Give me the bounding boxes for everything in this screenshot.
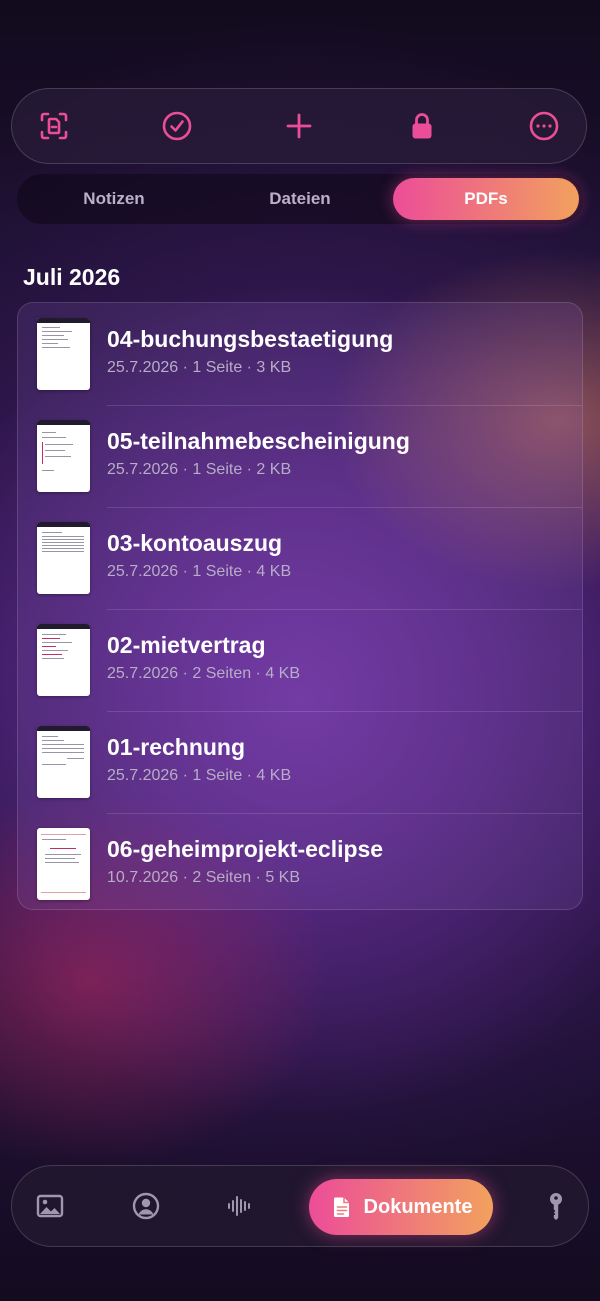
document-icon	[333, 1197, 349, 1217]
document-name: 05-teilnahmebescheinigung	[107, 428, 410, 454]
document-list: 04-buchungsbestaetigung 25.7.2026 · 1 Se…	[17, 302, 583, 910]
list-item[interactable]: 05-teilnahmebescheinigung 25.7.2026 · 1 …	[18, 405, 582, 507]
list-item[interactable]: 06-geheimprojekt-eclipse 10.7.2026 · 2 S…	[18, 813, 582, 909]
nav-dokumente-button[interactable]: Dokumente	[309, 1179, 493, 1235]
pdf-thumbnail	[37, 522, 90, 594]
checkmark-circle-icon[interactable]	[157, 106, 197, 146]
document-info: 25.7.2026 · 1 Seite · 3 KB	[107, 359, 292, 376]
document-info: 25.7.2026 · 1 Seite · 2 KB	[107, 461, 292, 478]
audio-waveform-icon[interactable]	[209, 1166, 269, 1246]
plus-icon[interactable]	[279, 106, 319, 146]
list-item[interactable]: 02-mietvertrag 25.7.2026 · 2 Seiten · 4 …	[18, 609, 582, 711]
segmented-tabs: Notizen Dateien PDFs	[17, 174, 583, 224]
pdf-thumbnail	[37, 420, 90, 492]
list-item[interactable]: 01-rechnung 25.7.2026 · 1 Seite · 4 KB	[18, 711, 582, 813]
document-name: 06-geheimprojekt-eclipse	[107, 836, 384, 862]
document-info: 25.7.2026 · 1 Seite · 4 KB	[107, 563, 292, 580]
document-name: 02-mietvertrag	[107, 632, 266, 658]
top-toolbar	[11, 88, 587, 164]
tab-notizen[interactable]: Notizen	[21, 178, 207, 220]
pdf-thumbnail	[37, 318, 90, 390]
tab-pdfs[interactable]: PDFs	[393, 178, 579, 220]
list-item[interactable]: 03-kontoauszug 25.7.2026 · 1 Seite · 4 K…	[18, 507, 582, 609]
pdf-thumbnail	[37, 624, 90, 696]
document-info: 25.7.2026 · 2 Seiten · 4 KB	[107, 665, 301, 682]
tab-dateien[interactable]: Dateien	[207, 178, 393, 220]
more-circle-icon[interactable]	[524, 106, 564, 146]
scan-document-icon[interactable]	[34, 106, 74, 146]
nav-dokumente-label: Dokumente	[363, 1195, 473, 1218]
list-item[interactable]: 04-buchungsbestaetigung 25.7.2026 · 1 Se…	[18, 303, 582, 405]
photos-icon[interactable]	[20, 1166, 80, 1246]
lock-icon[interactable]	[402, 106, 442, 146]
document-info: 25.7.2026 · 1 Seite · 4 KB	[107, 767, 292, 784]
document-name: 04-buchungsbestaetigung	[107, 326, 394, 352]
document-info: 10.7.2026 · 2 Seiten · 5 KB	[107, 869, 301, 886]
key-icon[interactable]	[526, 1166, 586, 1246]
section-header-month: Juli 2026	[23, 264, 121, 290]
pdf-thumbnail	[37, 726, 90, 798]
document-name: 03-kontoauszug	[107, 530, 283, 556]
bottom-navigation: Dokumente	[11, 1165, 589, 1247]
contact-icon[interactable]	[116, 1166, 176, 1246]
pdf-thumbnail	[37, 828, 90, 900]
document-name: 01-rechnung	[107, 734, 246, 760]
